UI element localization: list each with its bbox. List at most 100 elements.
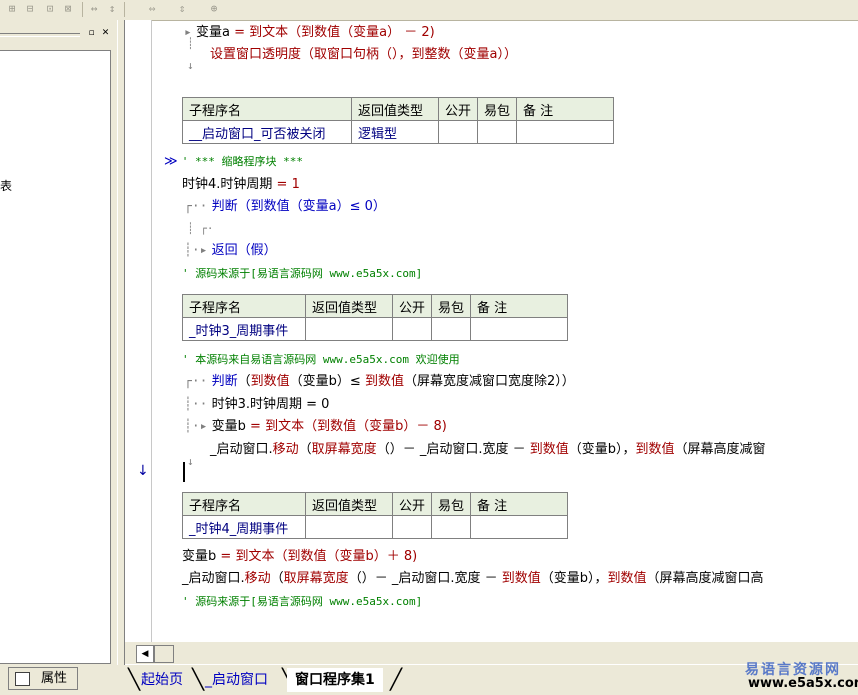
function-name: 取屏幕宽度 — [283, 571, 349, 586]
code-gutter: ↓ — [125, 20, 152, 642]
flow-arrow-icon: ┊·▸ — [184, 419, 208, 434]
code-line[interactable]: 时钟4.时钟周期 = 1 — [182, 175, 300, 195]
args: （变量a） — [340, 25, 401, 40]
align-left-icon[interactable]: ⊞ — [4, 2, 20, 16]
args: （屏幕宽度减窗口宽度除2）） — [403, 374, 575, 389]
code-line[interactable]: ▸ 变量a = 到文本（到数值（变量a） － 2) — [184, 23, 435, 43]
header-return-type: 返回值类型 — [305, 492, 393, 516]
same-height-icon[interactable]: ⇕ — [174, 2, 190, 16]
space-vertical-icon[interactable]: ↕ — [104, 2, 120, 16]
bottom-tab-bar: 属性 ╲ 起始页 ╲ _启动窗口 ╲ 窗口程序集1 ╱ — [0, 665, 858, 695]
object: _启动窗口. — [210, 442, 273, 457]
code-line[interactable]: ' 源码来源于[易语言源码网 www.e5a5x.com] — [182, 264, 422, 284]
statement: 设置窗口透明度（取窗口句柄（），到整数（变量a）） — [210, 47, 517, 62]
same-width-icon[interactable]: ⇔ — [144, 2, 160, 16]
scroll-left-icon[interactable]: ◀ — [136, 645, 154, 663]
code-line[interactable]: ┊·· 时钟3.时钟周期 = 0 — [184, 395, 329, 415]
code-line[interactable]: ┊·▸ 返回（假） — [184, 241, 277, 261]
header-public: 公开 — [391, 294, 433, 318]
subroutine-easy-package[interactable] — [431, 515, 472, 539]
operator: = — [229, 25, 250, 40]
code-editor[interactable]: ▸ 变量a = 到文本（到数值（变量a） － 2) ┊ 设置窗口透明度（取窗口句… — [152, 20, 858, 642]
subroutine-name[interactable]: _时钟3_周期事件 — [182, 317, 306, 341]
args: （）－ _启动窗口.宽度 － — [348, 571, 502, 586]
code-line[interactable]: ' 源码来源于[易语言源码网 www.e5a5x.com] — [182, 592, 422, 612]
flow-arrow-icon: ┊·▸ — [184, 243, 208, 258]
header-return-type: 返回值类型 — [351, 97, 439, 121]
statement: 时钟3.时钟周期 = 0 — [211, 397, 330, 412]
paren: （ — [270, 571, 284, 586]
properties-tab[interactable]: 属性 — [8, 667, 78, 690]
close-icon[interactable]: ✕ — [100, 28, 111, 39]
tab-start-page[interactable]: 起始页 — [133, 668, 191, 692]
variable: 变量b — [182, 549, 217, 564]
scroll-thumb[interactable] — [154, 645, 174, 663]
subroutine-return-type[interactable]: 逻辑型 — [351, 120, 439, 144]
toolbar-separator — [82, 2, 83, 17]
subroutine-easy-package[interactable] — [431, 317, 472, 341]
properties-icon — [15, 672, 30, 686]
align-center-icon[interactable]: ⊟ — [22, 2, 38, 16]
code-line[interactable]: ≫ ' *** 缩略程序块 *** — [164, 152, 303, 172]
subroutine-return-type[interactable] — [305, 317, 393, 341]
flow-line: ┊ ┌· — [187, 222, 214, 235]
function-name: 到文本 — [249, 25, 289, 40]
expand-icon[interactable]: ≫ — [164, 154, 178, 169]
restore-icon[interactable]: ▫ — [86, 28, 97, 39]
code-line[interactable]: ' 本源码来自易语言源码网 www.e5a5x.com 欢迎使用 — [182, 350, 460, 370]
header-return-type: 返回值类型 — [305, 294, 393, 318]
args: （变量b）≤ — [289, 374, 365, 389]
args: （屏幕高度减窗 — [674, 442, 766, 457]
header-easy-package: 易包 — [431, 492, 472, 516]
space-horizontal-icon[interactable]: ↔ — [86, 2, 102, 16]
tab-window-assembly-1[interactable]: 窗口程序集1 — [287, 668, 383, 692]
function-name: 到文本 — [235, 549, 275, 564]
code-line[interactable]: 变量b = 到文本（到数值（变量b）＋ 8) — [182, 547, 417, 567]
subroutine-public[interactable] — [391, 317, 433, 341]
subroutine-easy-package[interactable] — [477, 120, 518, 144]
args: （变量b）－ 8) — [356, 419, 447, 434]
function-name: 到数值 — [250, 374, 290, 389]
args: － 2) — [400, 25, 435, 40]
panel-divider[interactable] — [117, 20, 125, 695]
align-top-icon[interactable]: ⊠ — [60, 2, 76, 16]
subroutine-note[interactable] — [470, 317, 569, 341]
left-panel-body: 表 — [0, 50, 111, 664]
subroutine-public[interactable] — [437, 120, 479, 144]
tab-startup-window[interactable]: _启动窗口 — [197, 668, 276, 692]
function-name: 到数值 — [287, 549, 327, 564]
subroutine-table: 子程序名 返回值类型 公开 易包 备 注 _时钟3_周期事件 — [182, 294, 569, 341]
args: （变量b）， — [568, 442, 636, 457]
subroutine-return-type[interactable] — [305, 515, 393, 539]
subroutine-name[interactable]: _时钟4_周期事件 — [182, 515, 306, 539]
flow-branch-icon: ┌·· — [184, 374, 208, 389]
subroutine-note[interactable] — [516, 120, 615, 144]
variable: 变量a — [195, 25, 230, 40]
value: = 1 — [272, 177, 300, 192]
code-line[interactable]: _启动窗口.移动（取屏幕宽度（）－ _启动窗口.宽度 － 到数值（变量b），到数… — [182, 569, 764, 589]
code-line[interactable]: ┌·· 判断（到数值（变量a）≤ 0） — [184, 197, 386, 217]
properties-tab-label: 属性 — [41, 671, 68, 686]
args: （变量b）＋ 8) — [326, 549, 418, 564]
paren: （ — [288, 25, 302, 40]
args: （变量b）， — [540, 571, 608, 586]
header-note: 备 注 — [470, 492, 569, 516]
subroutine-note[interactable] — [470, 515, 569, 539]
code-line[interactable]: ┌·· 判断（到数值（变量b）≤ 到数值（屏幕宽度减窗口宽度除2）） — [184, 372, 575, 392]
subroutine-table: 子程序名 返回值类型 公开 易包 备 注 _时钟4_周期事件 — [182, 492, 569, 539]
flow-end-icon: ↓ — [187, 455, 194, 468]
code-line[interactable]: 设置窗口透明度（取窗口句柄（），到整数（变量a）） — [210, 45, 517, 65]
subroutine-table: 子程序名 返回值类型 公开 易包 备 注 __启动窗口_可否被关闭 逻辑型 — [182, 97, 615, 144]
function-name: 到数值 — [317, 419, 357, 434]
align-right-icon[interactable]: ⊡ — [42, 2, 58, 16]
code-line[interactable]: _启动窗口.移动（取屏幕宽度（）－ _启动窗口.宽度 － 到数值（变量b），到数… — [210, 440, 766, 460]
function-name: 到数值 — [364, 374, 404, 389]
variable: 变量b — [211, 419, 246, 434]
paren: （ — [304, 419, 318, 434]
code-line[interactable]: ┊·▸ 变量b = 到文本（到数值（变量b）－ 8) — [184, 417, 447, 437]
statement: 返回（假） — [211, 243, 277, 258]
same-size-icon[interactable]: ⊕ — [206, 2, 222, 16]
subroutine-name[interactable]: __启动窗口_可否被关闭 — [182, 120, 352, 144]
subroutine-public[interactable] — [391, 515, 433, 539]
flow-branch-icon: ┌·· — [184, 199, 208, 214]
